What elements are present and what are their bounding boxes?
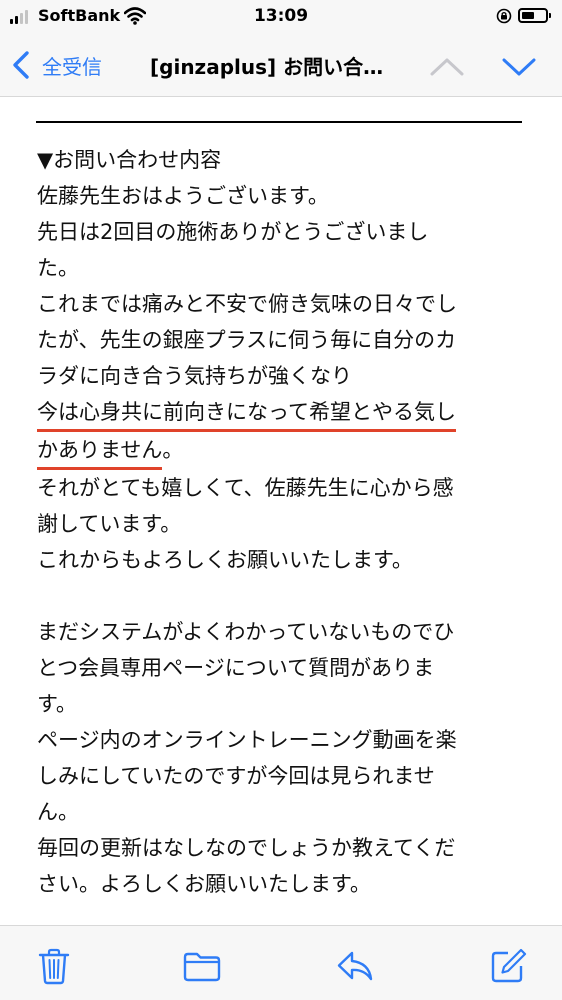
folder-icon bbox=[183, 952, 221, 982]
bottom-toolbar bbox=[0, 925, 562, 1000]
reply-icon bbox=[337, 951, 373, 981]
status-bar: SoftBank 13:09 bbox=[0, 0, 562, 34]
message-punctuation: 。 bbox=[162, 438, 184, 462]
message-line-highlighted: 今は心身共に前向きになって希望とやる気し bbox=[37, 394, 527, 432]
next-message-chevron-down-icon[interactable] bbox=[500, 52, 538, 80]
message-line: 先日は2回目の施術ありがとうございまし bbox=[37, 220, 429, 244]
battery-icon bbox=[518, 8, 551, 23]
message-line: これまでは痛みと不安で俯き気味の日々でし bbox=[37, 292, 457, 316]
message-line: ん。 bbox=[37, 800, 79, 824]
back-button-label: 全受信 bbox=[42, 54, 102, 79]
message-line: とつ会員専用ページについて質問がありま bbox=[37, 656, 435, 680]
message-line: す。 bbox=[37, 692, 77, 716]
message-line: しみにしていたのですが今回は見られませ bbox=[37, 764, 435, 788]
message-subject-title: [ginzaplus] お問い合… bbox=[150, 55, 384, 79]
status-time: 13:09 bbox=[253, 6, 309, 26]
mail-screen: SoftBank 13:09 全受信 [ginzaplus] お問い合… ▼お問… bbox=[0, 0, 562, 1000]
trash-icon bbox=[38, 948, 70, 985]
highlighted-text: かありません bbox=[37, 435, 163, 470]
divider-line bbox=[36, 121, 522, 123]
message-line-highlighted: かありません。 bbox=[37, 432, 527, 470]
message-line: まだシステムがよくわかっていないものでひ bbox=[37, 620, 455, 644]
message-line: た。 bbox=[37, 256, 79, 280]
rotation-lock-icon bbox=[496, 8, 512, 24]
chevron-left-icon bbox=[13, 51, 29, 79]
message-line: ▼お問い合わせ内容 bbox=[37, 148, 222, 172]
reply-button[interactable] bbox=[335, 946, 375, 986]
message-line: ページ内のオンライントレーニング動画を楽 bbox=[37, 728, 457, 752]
compose-icon bbox=[491, 948, 527, 983]
message-line: これからもよろしくお願いいたします。 bbox=[37, 548, 413, 572]
message-line: 佐藤先生おはようございます。 bbox=[37, 184, 329, 208]
message-line: 毎回の更新はなしなのでしょうか教えてくだ bbox=[37, 836, 456, 860]
message-line: それがとても嬉しくて、佐藤先生に心から感 bbox=[37, 476, 454, 500]
message-line: ラダに向き合う気持ちが強くなり bbox=[37, 364, 352, 388]
highlighted-text: 今は心身共に前向きになって希望とやる気し bbox=[37, 397, 456, 432]
navigation-bar: 全受信 [ginzaplus] お問い合… bbox=[0, 34, 562, 97]
move-to-folder-button[interactable] bbox=[182, 946, 222, 986]
message-body: ▼お問い合わせ内容 佐藤先生おはようございます。 先日は2回目の施術ありがとうご… bbox=[0, 97, 562, 925]
message-text: ▼お問い合わせ内容 佐藤先生おはようございます。 先日は2回目の施術ありがとうご… bbox=[37, 142, 527, 902]
message-line: さい。よろしくお願いいたします。 bbox=[37, 872, 371, 896]
previous-message-chevron-up-icon bbox=[430, 58, 464, 76]
compose-button[interactable] bbox=[488, 946, 528, 986]
delete-button[interactable] bbox=[34, 946, 74, 986]
message-line: たが、先生の銀座プラスに伺う毎に自分のカ bbox=[37, 328, 457, 352]
back-button[interactable]: 全受信 bbox=[10, 48, 102, 82]
message-line: 謝しています。 bbox=[37, 512, 182, 536]
